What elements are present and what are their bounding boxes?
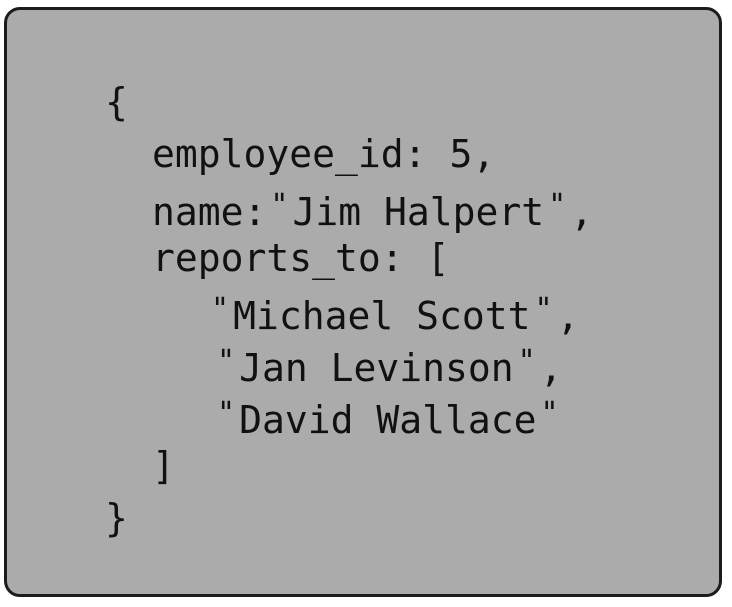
name-open-quote: " (270, 188, 289, 223)
reports-to-item-value: David Wallace (239, 398, 537, 442)
open-brace: { (105, 80, 128, 124)
name-key: name: (152, 190, 267, 234)
reports-to-open-bracket: [ (426, 236, 450, 280)
reports-to-item-value: Jan Levinson (239, 346, 514, 390)
name-value: Jim Halpert (292, 190, 545, 234)
reports-to-item-value: Michael Scott (233, 294, 531, 338)
item-open-quote: " (217, 396, 236, 431)
name-line: name: " Jim Halpert ", (152, 180, 594, 234)
name-comma: , (570, 190, 594, 234)
reports-to-item: " Michael Scott ", (207, 284, 580, 338)
close-bracket-line: ] (152, 440, 175, 492)
reports-to-item: " Jan Levinson ", (213, 336, 563, 390)
close-brace: } (105, 496, 128, 540)
reports-to-item: " David Wallace " (213, 388, 563, 442)
reports-to-close-bracket: ] (152, 444, 175, 488)
name-close-quote: " (548, 188, 567, 223)
employee-id-key: employee_id: (152, 132, 427, 176)
item-close-quote: " (517, 344, 536, 379)
reports-to-key: reports_to: (152, 236, 404, 280)
item-open-quote: " (217, 344, 236, 379)
json-record-card: { employee_id: 5, name: " Jim Halpert ", re… (4, 7, 722, 597)
employee-id-comma: , (472, 132, 496, 176)
item-close-quote: " (540, 396, 559, 431)
item-close-quote: " (534, 292, 553, 327)
open-brace-line: { (105, 76, 128, 128)
reports-to-item-comma: , (556, 294, 580, 338)
close-brace-line: } (105, 492, 128, 544)
reports-to-line: reports_to: [ (152, 232, 449, 284)
item-open-quote: " (211, 292, 230, 327)
employee-id-line: employee_id: 5, (152, 128, 495, 180)
reports-to-item-comma: , (539, 346, 563, 390)
employee-id-value: 5 (449, 132, 473, 176)
